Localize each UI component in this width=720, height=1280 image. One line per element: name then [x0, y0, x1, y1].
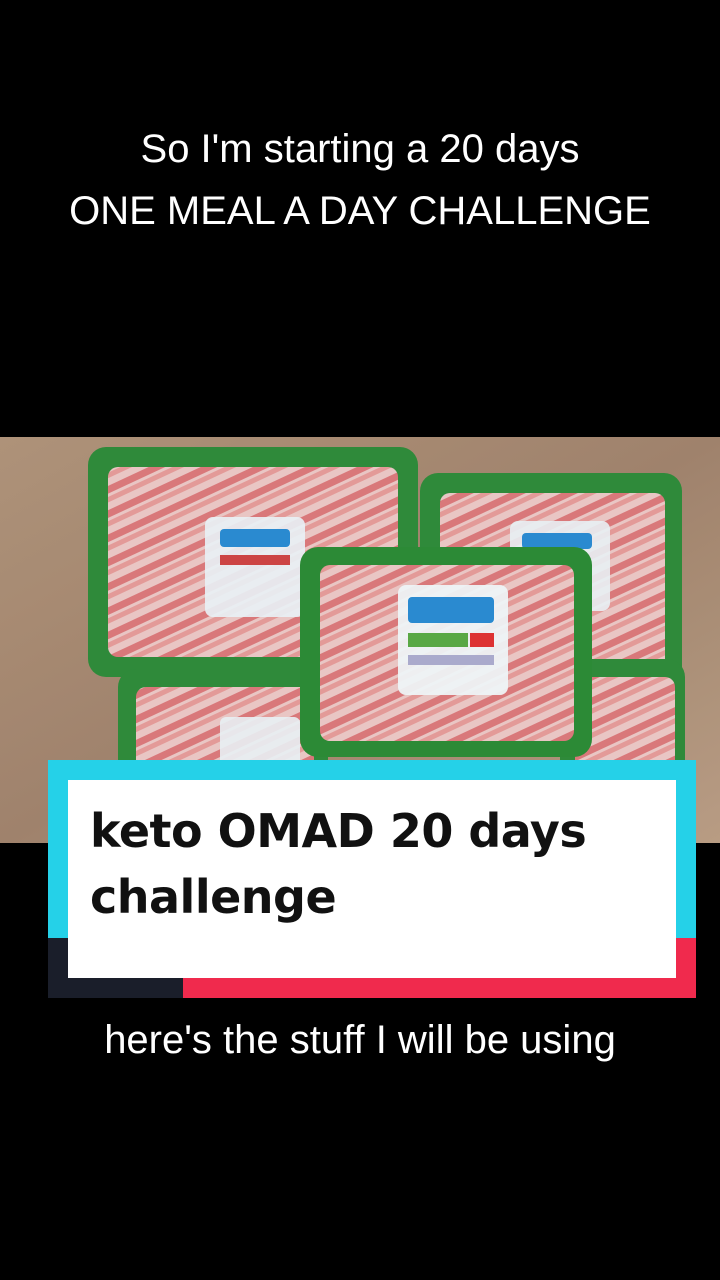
- top-caption: So I'm starting a 20 days ONE MEAL A DAY…: [0, 118, 720, 242]
- crab-tray-front-center: [300, 547, 592, 757]
- title-card: keto OMAD 20 days challenge: [48, 760, 696, 998]
- top-caption-line-1: So I'm starting a 20 days: [140, 127, 580, 171]
- top-caption-line-2: ONE MEAL A DAY CHALLENGE: [69, 189, 651, 233]
- bottom-caption: here's the stuff I will be using: [104, 1018, 616, 1062]
- title-card-text: keto OMAD 20 days challenge: [90, 804, 587, 924]
- title-card-panel: keto OMAD 20 days challenge: [68, 780, 676, 978]
